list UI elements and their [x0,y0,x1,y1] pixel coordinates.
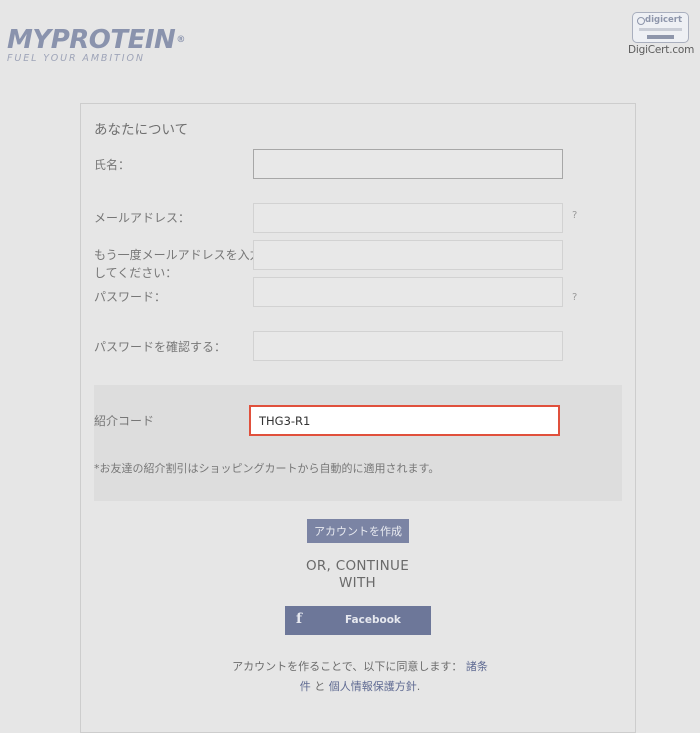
or-continue-line1: OR, CONTINUE [305,558,410,574]
email-help-icon[interactable]: ? [572,210,577,221]
terms-suffix: . [416,680,421,693]
referral-section [94,385,622,501]
logo-wordmark: MYPROTEIN® [7,25,185,55]
digicert-seal[interactable]: digicert [632,12,689,43]
email-confirm-label: もう一度メールアドレスを入力 してください： [94,246,262,282]
create-account-button[interactable]: アカウントを作成 [307,519,409,543]
password-input[interactable] [253,277,563,307]
email-confirm-label-line2: してください： [94,266,178,280]
email-label: メールアドレス： [94,211,191,225]
digicert-dot-icon [637,17,645,25]
password-confirm-input[interactable] [253,331,563,361]
password-confirm-label: パスワードを確認する： [94,340,227,354]
email-input[interactable] [253,203,563,233]
facebook-icon: f [296,611,303,627]
terms-prefix: アカウントを作ることで、以下に同意します： [232,660,463,673]
email-confirm-label-line1: もう一度メールアドレスを入力 [94,248,262,262]
seal-line [639,28,682,31]
section-title: あなたについて [94,122,189,138]
password-label: パスワード： [94,290,167,304]
privacy-link[interactable]: 個人情報保護方針 [329,680,417,693]
terms-and: と [310,680,329,693]
referral-code-input[interactable] [249,405,560,436]
seal-bar [647,35,674,39]
digicert-seal-word: digicert [645,15,683,25]
digicert-caption: DigiCert.com [628,44,695,56]
facebook-login-button[interactable]: f Facebook [285,606,431,635]
name-input[interactable] [253,149,563,179]
password-help-icon[interactable]: ? [572,292,577,303]
email-confirm-input[interactable] [253,240,563,270]
referral-note: *お友達の紹介割引はショッピングカートから自動的に適用されます。 [94,462,440,475]
name-label: 氏名： [94,158,131,172]
terms-text: アカウントを作ることで、以下に同意します： 諸条件 と 個人情報保護方針. [215,657,505,697]
facebook-label: Facebook [345,614,401,626]
or-continue-line2: WITH [339,575,376,591]
myprotein-logo[interactable]: MYPROTEIN® FUEL YOUR AMBITION [7,26,185,64]
referral-label: 紹介コード [94,414,155,428]
or-continue-text: OR, CONTINUE WITH [280,558,435,592]
